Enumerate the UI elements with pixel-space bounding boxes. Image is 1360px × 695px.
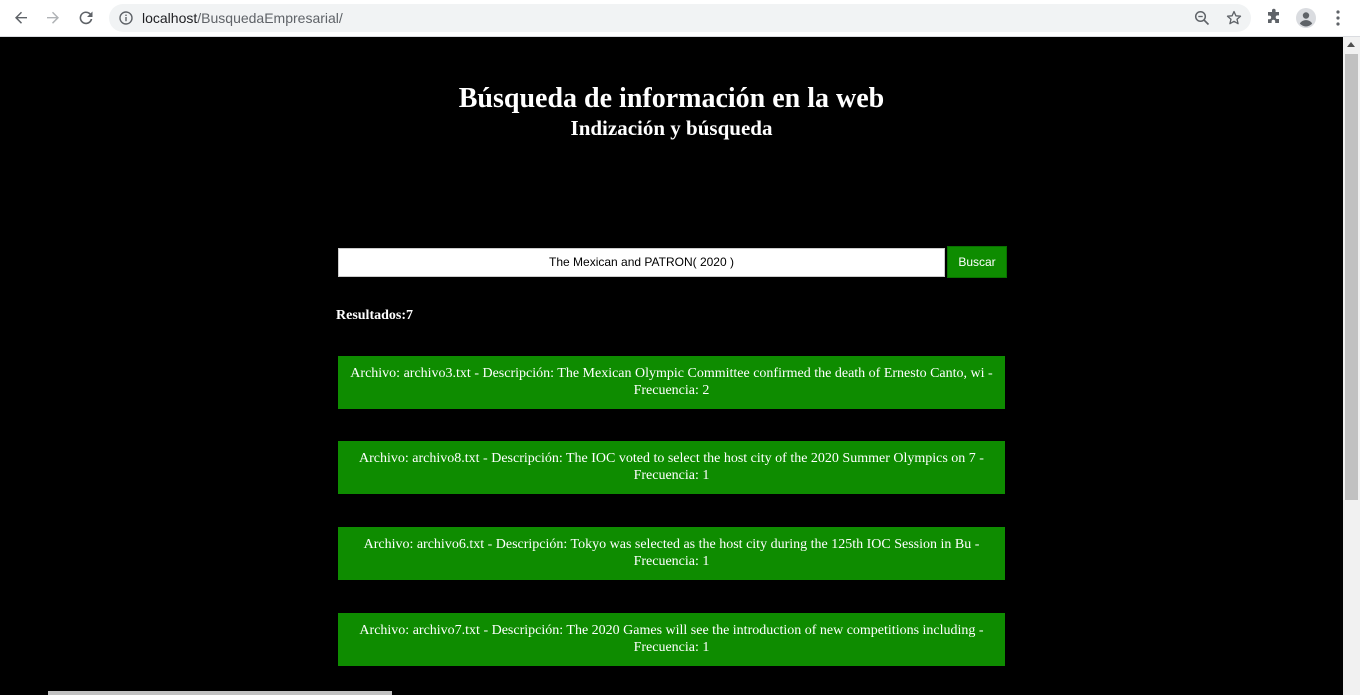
url-host: localhost: [142, 10, 198, 26]
result-item[interactable]: Archivo: archivo7.txt - Descripción: The…: [338, 613, 1005, 666]
search-button[interactable]: Buscar: [947, 246, 1007, 278]
url-path: /BusquedaEmpresarial/: [197, 10, 343, 26]
page-title: Búsqueda de información en la web: [458, 83, 885, 114]
search-input[interactable]: The Mexican and PATRON( 2020 ): [338, 248, 945, 277]
result-item[interactable]: Archivo: archivo8.txt - Descripción: The…: [338, 441, 1005, 494]
star-icon[interactable]: [1226, 10, 1242, 26]
page-content: Búsqueda de información en la web Indiza…: [0, 37, 1343, 695]
zoom-icon[interactable]: [1194, 10, 1210, 26]
extensions-icon[interactable]: [1264, 8, 1284, 28]
result-item[interactable]: Archivo: archivo6.txt - Descripción: Tok…: [338, 527, 1005, 580]
vertical-scrollbar[interactable]: [1343, 37, 1360, 695]
menu-icon[interactable]: [1328, 8, 1348, 28]
scrollbar-thumb[interactable]: [1345, 54, 1358, 500]
result-item[interactable]: Archivo: archivo3.txt - Descripción: The…: [338, 356, 1005, 409]
url-text[interactable]: localhost/BusquedaEmpresarial/: [142, 10, 343, 26]
profile-icon[interactable]: [1296, 8, 1316, 28]
horizontal-scrollbar-thumb[interactable]: [48, 691, 392, 695]
reload-icon[interactable]: [73, 6, 99, 30]
address-bar[interactable]: localhost/BusquedaEmpresarial/: [109, 4, 1251, 32]
results-count: Resultados:7: [336, 308, 414, 323]
back-arrow-icon[interactable]: [8, 6, 34, 30]
scroll-up-arrow-icon[interactable]: [1347, 42, 1355, 47]
info-icon[interactable]: [119, 11, 133, 25]
page-subtitle: Indización y búsqueda: [570, 116, 773, 140]
browser-toolbar: localhost/BusquedaEmpresarial/: [0, 0, 1360, 37]
forward-arrow-icon[interactable]: [40, 6, 66, 30]
